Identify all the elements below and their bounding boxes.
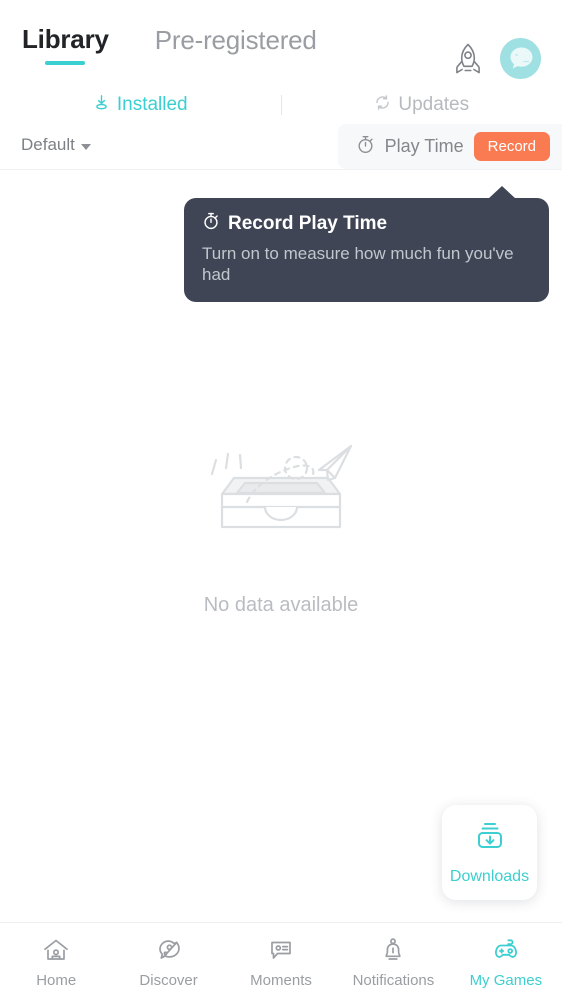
- play-time-label: Play Time: [384, 136, 464, 156]
- header-tab-pre-registered-label: Pre-registered: [154, 25, 317, 55]
- play-time-panel[interactable]: Play Time Record: [337, 124, 562, 169]
- header-tab-library[interactable]: Library: [22, 24, 109, 65]
- nav-item-discover-label: Discover: [139, 971, 198, 989]
- nav-item-my-games-label: My Games: [469, 971, 543, 989]
- empty-box-paper-plane-icon: [201, 430, 361, 550]
- subtab-updates[interactable]: Updates: [282, 86, 562, 124]
- rocket-icon[interactable]: [453, 42, 483, 76]
- nav-item-home-label: Home: [36, 971, 77, 989]
- nav-item-discover[interactable]: Discover: [112, 923, 224, 1000]
- home-icon: [41, 935, 71, 965]
- nav-item-notifications[interactable]: Notifications: [337, 923, 449, 1000]
- library-subtab-group: Installed Updates: [0, 86, 562, 124]
- stopwatch-icon: [202, 212, 220, 236]
- empty-state: No data available: [0, 430, 562, 617]
- header-tab-group: Library Pre-registered: [22, 24, 317, 66]
- subtab-installed[interactable]: Installed: [0, 86, 281, 124]
- refresh-icon: [374, 94, 391, 116]
- sort-dropdown[interactable]: Default: [21, 135, 91, 155]
- subtab-updates-label: Updates: [398, 94, 470, 115]
- record-button[interactable]: Record: [473, 132, 550, 161]
- nav-item-notifications-label: Notifications: [352, 971, 435, 989]
- empty-state-message: No data available: [203, 594, 359, 616]
- header-tab-pre-registered[interactable]: Pre-registered: [155, 24, 317, 66]
- header-tab-library-label: Library: [22, 24, 109, 54]
- bottom-navigation: Home Discover Moments Notifications My G…: [0, 922, 562, 1000]
- nav-item-my-games[interactable]: My Games: [450, 923, 562, 1000]
- nav-item-moments-label: Moments: [250, 971, 312, 989]
- tooltip-arrow: [488, 186, 516, 199]
- gamepad-icon: [491, 935, 521, 965]
- planet-icon: [154, 935, 184, 965]
- sort-dropdown-label: Default: [21, 135, 75, 154]
- tooltip-title-row: Record Play Time: [202, 212, 531, 236]
- downloads-button[interactable]: Downloads: [442, 805, 537, 900]
- downloads-label: Downloads: [449, 868, 530, 885]
- header-tab-active-underline: [45, 61, 86, 65]
- record-play-time-tooltip: Record Play Time Turn on to measure how …: [184, 186, 549, 302]
- speech-bubble-icon: [266, 935, 296, 965]
- tooltip-body: Turn on to measure how much fun you've h…: [202, 244, 514, 285]
- subtab-installed-label: Installed: [116, 94, 188, 115]
- nav-item-home[interactable]: Home: [0, 923, 112, 1000]
- installed-icon: [93, 94, 110, 116]
- bell-icon: [378, 935, 408, 965]
- nav-item-moments[interactable]: Moments: [225, 923, 337, 1000]
- chat-avatar-icon[interactable]: [500, 38, 541, 79]
- tooltip-title: Record Play Time: [228, 213, 388, 234]
- stopwatch-icon: [356, 135, 375, 159]
- library-screen: Library Pre-registered Installed Updates…: [0, 0, 562, 1000]
- header-actions: [453, 38, 541, 79]
- download-box-icon: [471, 819, 509, 862]
- library-filter-row: Default Play Time Record: [0, 124, 562, 170]
- chevron-down-icon: [80, 143, 91, 150]
- app-header: Library Pre-registered: [0, 0, 562, 86]
